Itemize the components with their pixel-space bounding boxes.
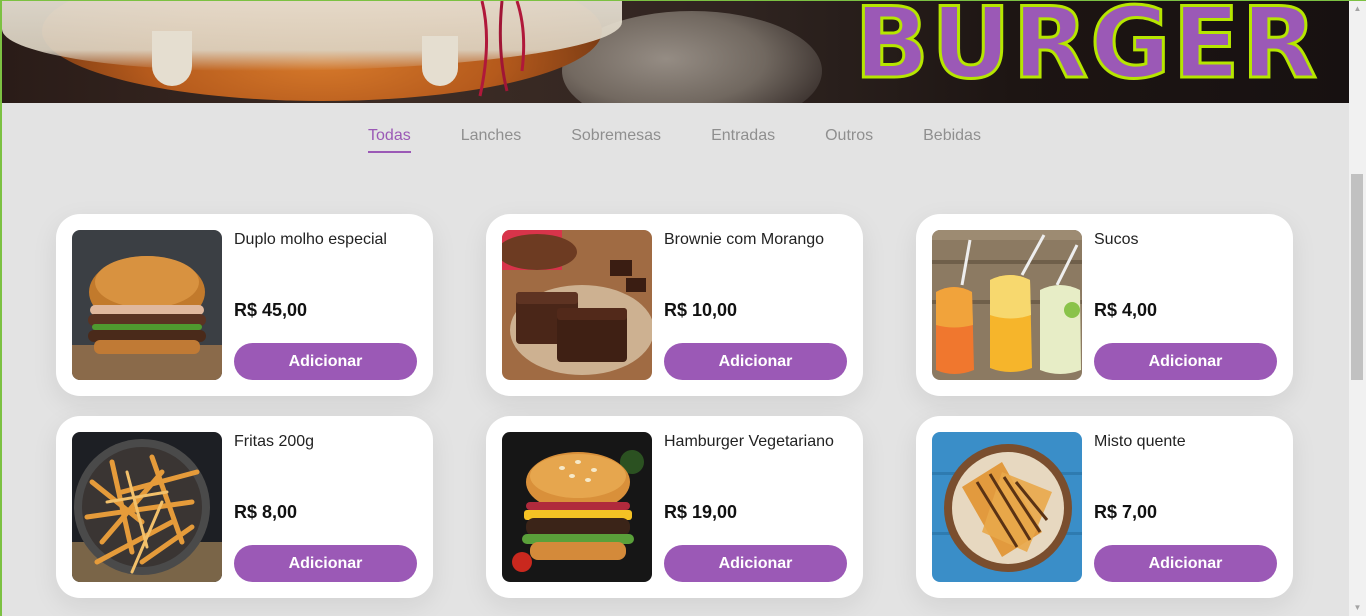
add-button[interactable]: Adicionar	[234, 545, 417, 582]
add-button[interactable]: Adicionar	[664, 343, 847, 380]
add-button[interactable]: Adicionar	[664, 545, 847, 582]
product-card: Sucos R$ 4,00 Adicionar	[916, 214, 1293, 396]
product-price: R$ 4,00	[1094, 300, 1158, 320]
product-name: Sucos	[1094, 231, 1139, 248]
window-border-top	[0, 0, 1366, 1]
category-tabs: Todas Lanches Sobremesas Entradas Outros…	[0, 127, 1349, 153]
product-card: Brownie com Morango R$ 10,00 Adicionar	[486, 214, 863, 396]
juices-photo	[932, 230, 1082, 380]
burger-photo	[72, 230, 222, 380]
product-card: Fritas 200g R$ 8,00 Adicionar	[56, 416, 433, 598]
product-price: R$ 45,00	[234, 300, 308, 320]
grilled-sandwich-photo	[932, 432, 1082, 582]
product-price: R$ 7,00	[1094, 502, 1158, 522]
product-name: Hamburger Vegetariano	[664, 433, 834, 450]
product-price: R$ 19,00	[664, 502, 738, 522]
brownie-photo	[502, 230, 652, 380]
tab-todas[interactable]: Todas	[368, 127, 411, 153]
fries-photo	[72, 432, 222, 582]
add-button[interactable]: Adicionar	[1094, 545, 1277, 582]
window-border-left	[0, 0, 2, 616]
product-price: R$ 10,00	[664, 300, 738, 320]
tab-lanches[interactable]: Lanches	[461, 127, 522, 151]
scroll-down-icon[interactable]: ▼	[1349, 599, 1366, 616]
product-price: R$ 8,00	[234, 502, 298, 522]
scroll-up-icon[interactable]: ▲	[1349, 0, 1366, 17]
product-card: Misto quente R$ 7,00 Adicionar	[916, 416, 1293, 598]
veggie-burger-photo	[502, 432, 652, 582]
tab-outros[interactable]: Outros	[825, 127, 873, 151]
banner-sprout-image	[478, 1, 526, 97]
banner-cheese-drip	[152, 31, 192, 86]
product-name: Misto quente	[1094, 433, 1186, 450]
scrollbar-thumb[interactable]	[1351, 174, 1363, 380]
vertical-scrollbar[interactable]: ▲ ▼	[1349, 0, 1366, 616]
product-name: Duplo molho especial	[234, 231, 387, 248]
banner-cheese-drip	[422, 36, 458, 86]
hero-banner: BURGER	[2, 1, 1349, 103]
tab-bebidas[interactable]: Bebidas	[923, 127, 981, 151]
product-name: Brownie com Morango	[664, 231, 825, 248]
tab-entradas[interactable]: Entradas	[711, 127, 775, 151]
product-card: Hamburger Vegetariano R$ 19,00 Adicionar	[486, 416, 863, 598]
brand-logo: BURGER	[853, 1, 1319, 101]
add-button[interactable]: Adicionar	[234, 343, 417, 380]
add-button[interactable]: Adicionar	[1094, 343, 1277, 380]
tab-sobremesas[interactable]: Sobremesas	[571, 127, 661, 151]
product-card: Duplo molho especial R$ 45,00 Adicionar	[56, 214, 433, 396]
product-name: Fritas 200g	[234, 433, 315, 450]
